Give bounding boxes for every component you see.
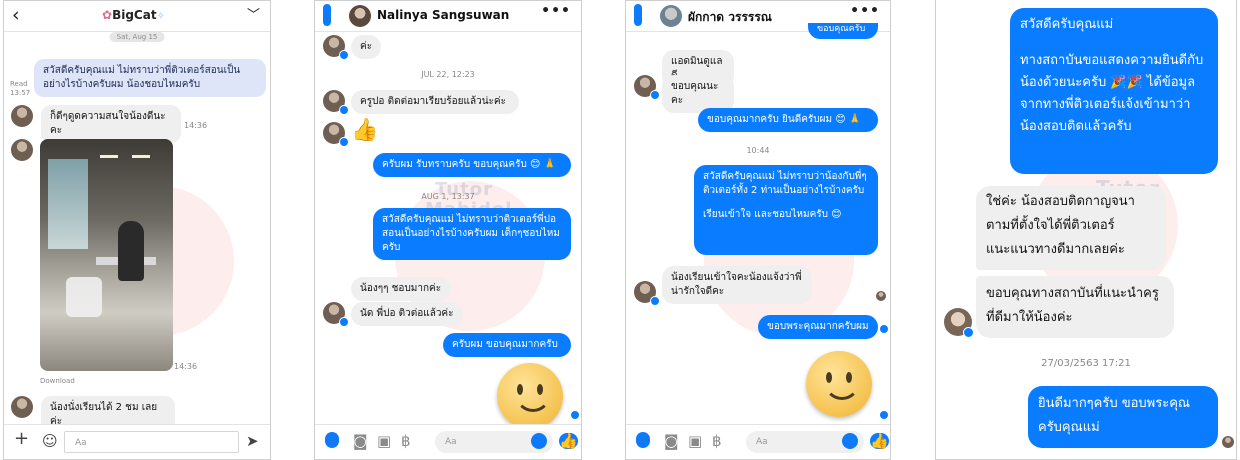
plus-icon[interactable]: +: [14, 430, 29, 448]
incoming-message: ขอบคุณทางสถาบันที่แนะนำครูที่ดีมาให้น้อง…: [976, 276, 1174, 338]
smiley-sticker: [497, 363, 563, 429]
chat-panel-nalinya: ‹ Nalinya Sangsuwan ••• Tutor Mahidol ค่…: [314, 0, 582, 460]
camera-icon[interactable]: ◙: [353, 433, 368, 449]
thumbs-up-icon: 👍: [351, 118, 379, 143]
more-icon[interactable]: •••: [850, 3, 880, 19]
composer-bar: ⊕ ◙ ▣ ฿ Aa ☺ 👍: [626, 424, 890, 459]
composer-bar: + ☺ Aa ➤: [4, 424, 270, 459]
plus-circle-icon[interactable]: ⊕: [325, 432, 340, 449]
sparkle-icon: ✧: [156, 11, 165, 22]
seen-avatar: [876, 291, 886, 301]
avatar: [11, 139, 33, 161]
message-input[interactable]: Aa: [64, 431, 239, 453]
photo-time: 14:36: [174, 362, 198, 371]
timestamp: 27/03/2563 17:21: [1041, 358, 1131, 369]
back-icon[interactable]: ‹: [323, 4, 331, 26]
incoming-message: น้องเรียนเข้าใจคะน้องแจ้งว่าพี่น่ารักใจด…: [662, 266, 812, 304]
read-receipt-icon: [571, 411, 579, 419]
send-icon[interactable]: ➤: [246, 433, 259, 449]
date-pill: Sat, Aug 15: [109, 32, 165, 42]
incoming-message: ค่ะ: [351, 35, 381, 59]
chat-header: ‹ ✿BigCat✧ ﹀: [4, 1, 270, 32]
chat-panel-phakkad: ‹ ผักกาด วรรรรณ ••• ขอบคุณครับ Tutor Mah…: [625, 0, 891, 460]
gallery-icon[interactable]: ▣: [688, 433, 702, 449]
like-icon[interactable]: 👍: [559, 433, 578, 449]
like-icon[interactable]: 👍: [870, 433, 889, 449]
chat-header: ‹ Nalinya Sangsuwan •••: [315, 1, 581, 32]
outgoing-message: ขอบคุณมากครับ ยินดีครับผม 😊 🙏: [698, 108, 878, 132]
payment-icon[interactable]: ฿: [401, 433, 411, 449]
emoji-icon[interactable]: ☺: [842, 433, 858, 449]
incoming-message: ครูปอ ติดต่อมาเรียบร้อยแล้วน่ะค่ะ: [351, 90, 519, 114]
chevron-down-icon[interactable]: ﹀: [247, 4, 260, 23]
read-receipt: Read 13:57: [10, 80, 31, 97]
emoji-icon[interactable]: ☺: [531, 433, 547, 449]
incoming-message: ก็ดีๆดูดความสนใจน้องดีนะคะ: [41, 105, 181, 143]
outgoing-message: ขอบคุณครับ: [808, 23, 878, 39]
download-link[interactable]: Download: [40, 377, 75, 386]
read-receipt-icon: [880, 325, 888, 333]
message-time: 14:36: [184, 121, 208, 130]
camera-icon[interactable]: ◙: [664, 433, 679, 449]
avatar: [11, 396, 33, 418]
outgoing-message: ครับผม ขอบคุณมากครับ: [443, 333, 571, 357]
outgoing-message: ขอบพระคุณมากครับผม: [758, 315, 878, 339]
chat-panel-zoomed: Tutor สวัสดีครับคุณแม่ ทางสถาบันขอแสดงคว…: [935, 0, 1237, 460]
back-icon[interactable]: ‹: [634, 4, 642, 26]
timestamp: JUL 22, 12:23: [421, 70, 475, 79]
contact-avatar: [660, 5, 682, 27]
outgoing-message: สวัสดีครับคุณแม่ ไม่ทราบว่าพี่ติวเตอร์สอ…: [34, 59, 266, 97]
outgoing-message: สวัสดีครับคุณแม่ ไม่ทราบว่าน้องกับพี่ๆติ…: [694, 165, 878, 255]
chat-panel-bigcat: ‹ ✿BigCat✧ ﹀ Sat, Aug 15 Read 13:57 สวัส…: [3, 0, 271, 460]
shared-photo[interactable]: [40, 139, 173, 371]
smiley-sticker: [806, 351, 872, 417]
flower-icon: ✿: [102, 8, 113, 22]
seen-avatar: [1222, 436, 1234, 448]
emoji-icon[interactable]: ☺: [42, 433, 58, 449]
chat-title: BigCat: [112, 8, 157, 22]
more-icon[interactable]: •••: [541, 3, 571, 19]
outgoing-message: ครับผม รับทราบครับ ขอบคุณครับ 😊 🙏: [373, 153, 571, 177]
back-icon[interactable]: ‹: [12, 4, 20, 26]
timestamp: 10:44: [746, 146, 770, 155]
chat-title: Nalinya Sangsuwan: [377, 8, 510, 22]
incoming-message: ใช่ค่ะ น้องสอบติดกาญจนา ตามที่ตั้งใจได้พ…: [976, 186, 1166, 270]
chat-title: ผักกาด วรรรรณ: [688, 10, 772, 24]
gallery-icon[interactable]: ▣: [377, 433, 391, 449]
avatar: [11, 105, 33, 127]
timestamp: AUG 1, 13:37: [421, 192, 475, 201]
outgoing-message: สวัสดีครับคุณแม่ ทางสถาบันขอแสดงความยินด…: [1010, 8, 1218, 174]
plus-circle-icon[interactable]: ⊕: [636, 432, 651, 449]
read-receipt-icon: [880, 411, 888, 419]
incoming-message: น้องๆๆ ชอบมากค่ะ: [351, 277, 451, 301]
incoming-message: นัด พี่ปอ ติวต่อแล้วค่ะ: [351, 302, 463, 326]
payment-icon[interactable]: ฿: [712, 433, 722, 449]
contact-avatar: [349, 5, 371, 27]
composer-bar: ⊕ ◙ ▣ ฿ Aa ☺ 👍: [315, 424, 581, 459]
outgoing-message: ยินดีมากๆครับ ขอบพระคุณครับคุณแม่: [1028, 386, 1218, 448]
outgoing-message: สวัสดีครับคุณแม่ ไม่ทราบว่าติวเตอร์พี่ปอ…: [373, 208, 571, 260]
